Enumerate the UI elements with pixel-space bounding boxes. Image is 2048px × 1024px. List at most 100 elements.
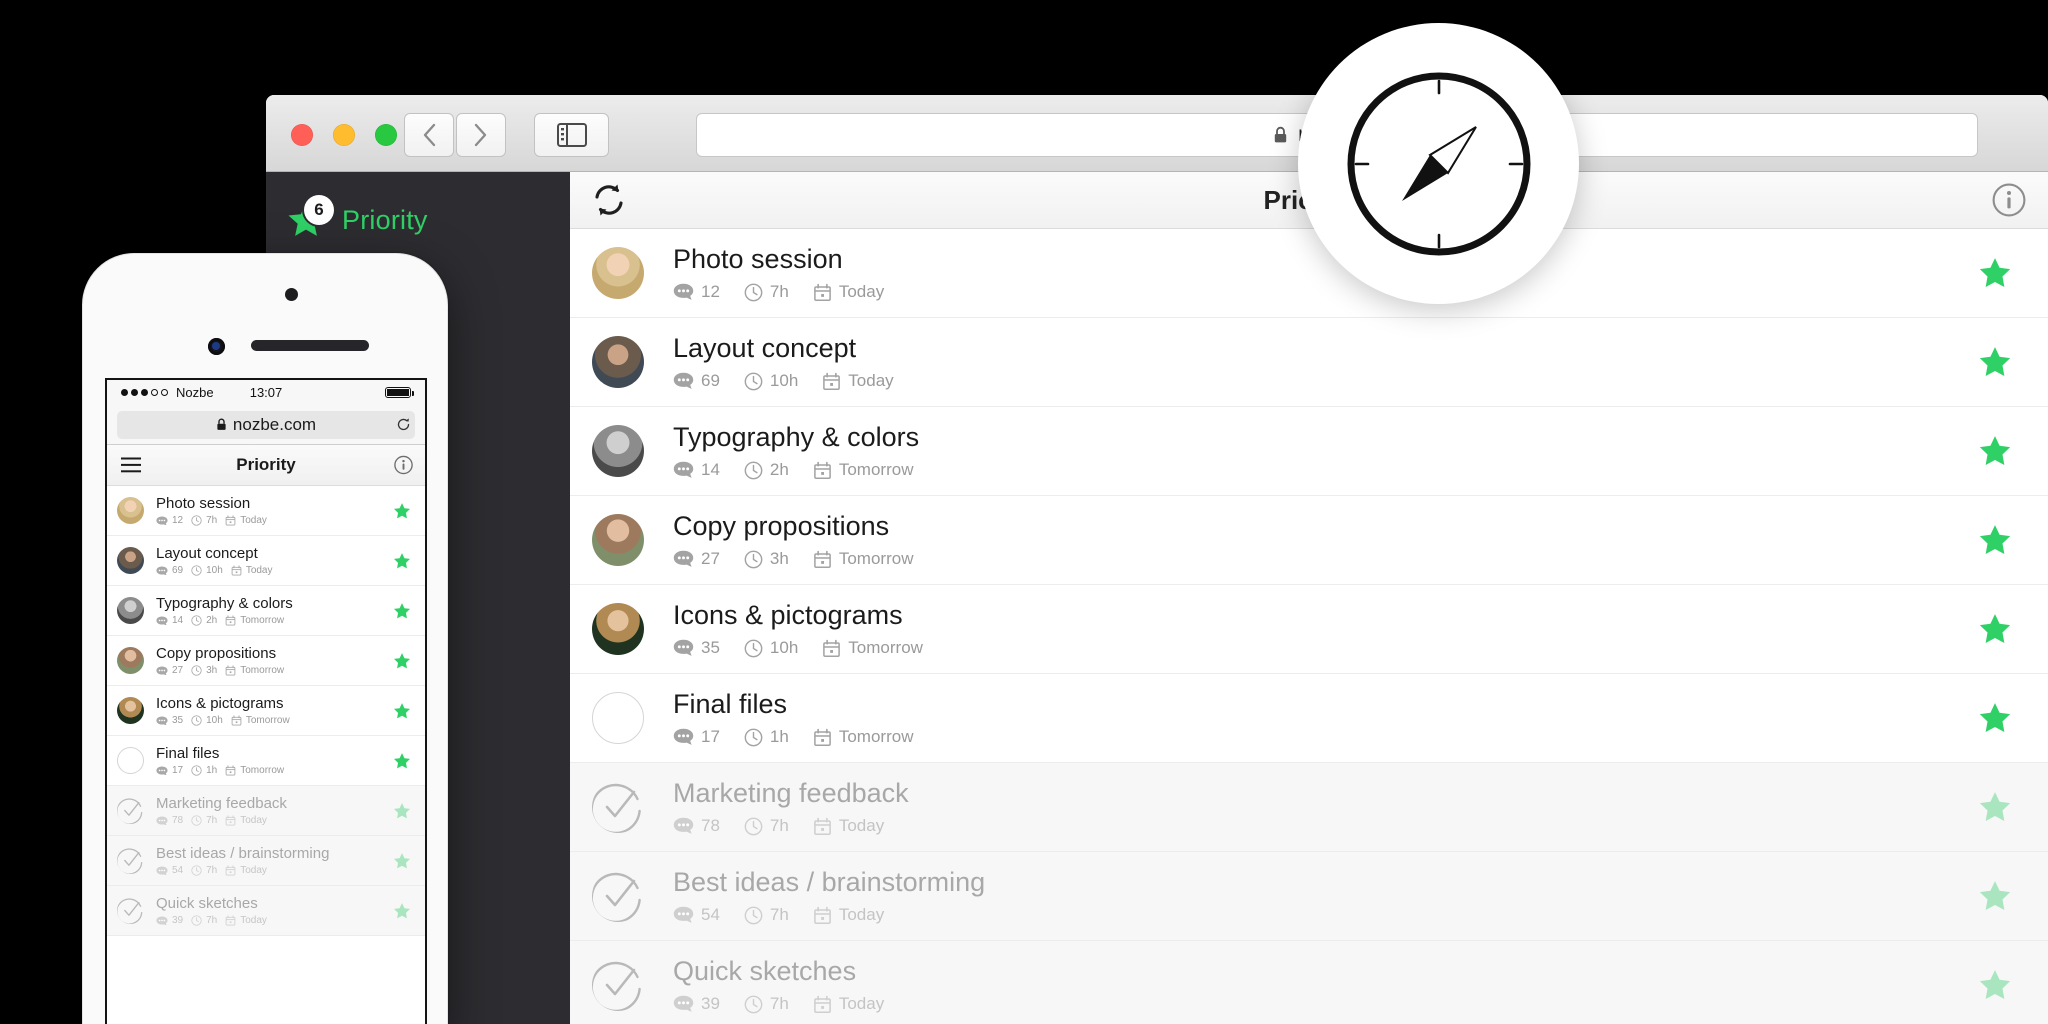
- check-circle-icon[interactable]: [592, 959, 644, 1011]
- phone-task-star-toggle[interactable]: [393, 502, 411, 520]
- phone-task-row[interactable]: Layout concept 69 10h Today: [107, 536, 425, 586]
- minimize-window-button[interactable]: [333, 124, 355, 146]
- task-row[interactable]: Layout concept 69 10h Today: [570, 318, 2048, 407]
- task-star-toggle[interactable]: [1978, 612, 2012, 646]
- phone-task-star-toggle[interactable]: [393, 652, 411, 670]
- sidebar-toggle-icon: [556, 123, 587, 147]
- phone-task-title: Layout concept: [156, 545, 258, 562]
- phone-task-row[interactable]: Marketing feedback 78 7h Today: [107, 786, 425, 836]
- task-row[interactable]: Icons & pictograms 35 10h Tomorrow: [570, 585, 2048, 674]
- phone-task-row[interactable]: Final files 17 1h Tomorrow: [107, 736, 425, 786]
- task-star-toggle[interactable]: [1978, 968, 2012, 1002]
- avatar: [117, 597, 144, 624]
- refresh-button[interactable]: [590, 181, 628, 219]
- task-title: Best ideas / brainstorming: [673, 867, 986, 897]
- task-content: Final files 17 1h Tomorrow: [673, 689, 1978, 747]
- task-checkbox-done[interactable]: [592, 781, 644, 833]
- task-star-toggle[interactable]: [1978, 879, 2012, 913]
- task-title: Final files: [673, 689, 788, 719]
- star-icon[interactable]: [1978, 968, 2012, 1002]
- star-icon[interactable]: [1978, 434, 2012, 468]
- sidebar-item-priority[interactable]: 6 Priority: [266, 188, 570, 252]
- comment-bubble-icon: [156, 616, 168, 626]
- phone-task-meta: 35 10h Tomorrow: [156, 715, 393, 726]
- phone-task-content: Marketing feedback 78 7h Today: [156, 795, 393, 826]
- check-circle-icon[interactable]: [117, 847, 144, 874]
- star-icon[interactable]: [393, 702, 411, 720]
- star-icon[interactable]: [1978, 612, 2012, 646]
- star-icon[interactable]: [1978, 701, 2012, 735]
- task-checkbox-done[interactable]: [117, 797, 144, 824]
- task-checkbox-done[interactable]: [117, 897, 144, 924]
- task-row[interactable]: Final files 17 1h Tomorrow: [570, 674, 2048, 763]
- task-star-toggle[interactable]: [1978, 701, 2012, 735]
- phone-task-row[interactable]: Icons & pictograms 35 10h Tomorrow: [107, 686, 425, 736]
- check-circle-icon[interactable]: [117, 897, 144, 924]
- star-icon[interactable]: [1978, 256, 2012, 290]
- forward-button[interactable]: [456, 113, 506, 157]
- task-star-toggle[interactable]: [1978, 523, 2012, 557]
- phone-app-header: Priority: [107, 445, 425, 486]
- phone-task-row[interactable]: Quick sketches 39 7h Today: [107, 886, 425, 936]
- phone-task-star-toggle[interactable]: [393, 852, 411, 870]
- safari-logo-badge: [1298, 23, 1579, 304]
- phone-task-star-toggle[interactable]: [393, 802, 411, 820]
- check-circle-icon[interactable]: [592, 781, 644, 833]
- phone-url-field[interactable]: nozbe.com: [117, 410, 415, 439]
- star-icon[interactable]: [393, 602, 411, 620]
- comment-count: 14: [156, 615, 183, 626]
- check-circle-icon[interactable]: [592, 870, 644, 922]
- star-icon[interactable]: [393, 752, 411, 770]
- phone-task-row[interactable]: Typography & colors 14 2h Tomorrow: [107, 586, 425, 636]
- task-row[interactable]: Marketing feedback 78 7h Today: [570, 763, 2048, 852]
- task-star-toggle[interactable]: [1978, 345, 2012, 379]
- task-row[interactable]: Quick sketches 39 7h Today: [570, 941, 2048, 1024]
- star-icon[interactable]: [393, 852, 411, 870]
- task-star-toggle[interactable]: [1978, 256, 2012, 290]
- task-checkbox-done[interactable]: [592, 959, 644, 1011]
- sidebar-toggle-button[interactable]: [534, 113, 609, 157]
- task-checkbox-done[interactable]: [117, 847, 144, 874]
- phone-task-row[interactable]: Photo session 12 7h Today: [107, 486, 425, 536]
- star-icon[interactable]: [1978, 345, 2012, 379]
- phone-task-star-toggle[interactable]: [393, 602, 411, 620]
- star-icon[interactable]: [393, 802, 411, 820]
- task-content: Photo session 12 7h Today: [673, 244, 1978, 302]
- close-window-button[interactable]: [291, 124, 313, 146]
- sidebar-item-label-priority: Priority: [342, 204, 428, 235]
- phone-task-star-toggle[interactable]: [393, 702, 411, 720]
- phone-task-row[interactable]: Best ideas / brainstorming 54 7h Today: [107, 836, 425, 886]
- task-row[interactable]: Best ideas / brainstorming 54 7h Today: [570, 852, 2048, 941]
- star-icon[interactable]: [393, 502, 411, 520]
- info-button[interactable]: [1992, 183, 2026, 217]
- task-checkbox-done[interactable]: [592, 870, 644, 922]
- hamburger-menu-icon[interactable]: [121, 457, 141, 473]
- star-icon[interactable]: [1978, 790, 2012, 824]
- task-star-toggle[interactable]: [1978, 790, 2012, 824]
- time-estimate: 7h: [191, 915, 217, 926]
- phone-task-content: Layout concept 69 10h Today: [156, 545, 393, 576]
- task-checkbox[interactable]: [117, 747, 144, 774]
- star-icon[interactable]: [393, 552, 411, 570]
- reload-icon[interactable]: [396, 417, 411, 432]
- phone-task-row[interactable]: Copy propositions 27 3h Tomorrow: [107, 636, 425, 686]
- avatar: [592, 425, 644, 477]
- phone-task-star-toggle[interactable]: [393, 902, 411, 920]
- star-icon[interactable]: [1978, 879, 2012, 913]
- maximize-window-button[interactable]: [375, 124, 397, 146]
- task-title: Copy propositions: [673, 511, 890, 541]
- phone-address-bar[interactable]: nozbe.com: [107, 405, 425, 445]
- task-star-toggle[interactable]: [1978, 434, 2012, 468]
- back-button[interactable]: [404, 113, 454, 157]
- task-row[interactable]: Photo session 12 7h Today: [570, 229, 2048, 318]
- check-circle-icon[interactable]: [117, 797, 144, 824]
- task-row[interactable]: Typography & colors 14 2h Tomorrow: [570, 407, 2048, 496]
- task-row[interactable]: Copy propositions 27 3h Tomorrow: [570, 496, 2048, 585]
- info-circle-icon[interactable]: [394, 455, 413, 475]
- star-icon[interactable]: [1978, 523, 2012, 557]
- star-icon[interactable]: [393, 902, 411, 920]
- task-checkbox[interactable]: [592, 692, 644, 744]
- phone-task-star-toggle[interactable]: [393, 552, 411, 570]
- star-icon[interactable]: [393, 652, 411, 670]
- phone-task-star-toggle[interactable]: [393, 752, 411, 770]
